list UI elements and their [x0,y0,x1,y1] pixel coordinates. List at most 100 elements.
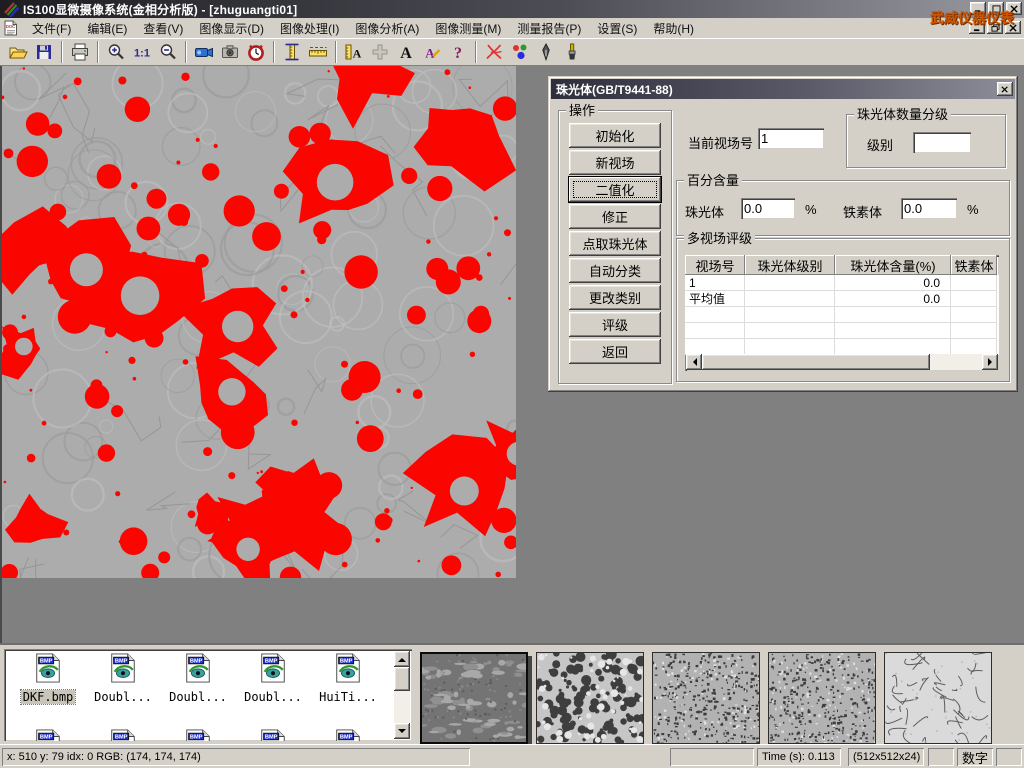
menu-item-2[interactable]: 查看(V) [135,18,191,39]
menu-item-7[interactable]: 测量报告(P) [509,18,589,39]
table-column-0[interactable]: 视场号 [685,255,745,275]
menu-item-9[interactable]: 帮助(H) [645,18,702,39]
toolbar-pen-button[interactable] [533,40,559,64]
toolbar-zoom-in-button[interactable] [103,40,129,64]
op-button-4[interactable]: 点取珠光体 [569,231,661,256]
file-item-partial[interactable]: BMP [312,729,384,741]
op-button-1[interactable]: 新视场 [569,150,661,175]
toolbar-text-button[interactable]: A [393,40,419,64]
toolbar-text-edit-button[interactable]: A [419,40,445,64]
scrollbar-thumb[interactable] [394,667,410,691]
file-item-2[interactable]: BMPDoubl... [162,653,234,706]
file-item-partial[interactable]: BMP [12,729,84,741]
file-name: HuiTi... [317,690,379,704]
file-name: Doubl... [167,690,229,704]
toolbar-separator [97,41,99,63]
file-item-0[interactable]: BMPDKF.bmp [12,653,84,706]
thumbnail-1[interactable] [536,652,644,744]
file-item-3[interactable]: BMPDoubl... [237,653,309,706]
scroll-right-button[interactable] [982,354,998,370]
op-button-6[interactable]: 更改类别 [569,285,661,310]
toolbar-print-button[interactable] [67,40,93,64]
scroll-left-button[interactable] [686,354,702,370]
table-column-3[interactable]: 铁素体 [951,255,997,275]
dialog-title-bar[interactable]: 珠光体(GB/T9441-88) [551,79,1015,99]
thumbnail-image [885,653,991,743]
actual-size-icon: 1:1 [132,42,152,62]
op-button-5[interactable]: 自动分类 [569,258,661,283]
toolbar-zoom-out-button[interactable] [155,40,181,64]
menu-bar: DOC 文件(F)编辑(E)查看(V)图像显示(D)图像处理(I)图像分析(A)… [0,18,1024,38]
menu-item-4[interactable]: 图像处理(I) [272,18,347,39]
svg-text:BMP: BMP [115,735,128,741]
menu-item-6[interactable]: 图像测量(M) [427,18,509,39]
pearlite-dialog: 珠光体(GB/T9441-88) 操作 初始化新视场二值化修正点取珠光体自动分类… [548,76,1018,392]
file-browser-scrollbar[interactable] [394,651,410,739]
toolbar-brush-button[interactable] [559,40,585,64]
toolbar-classify-points-button[interactable] [507,40,533,64]
table-row-3[interactable] [685,323,999,339]
op-button-0[interactable]: 初始化 [569,123,661,148]
file-name: Doubl... [92,690,154,704]
bottom-panel: BMPDKF.bmpBMPDoubl...BMPDoubl...BMPDoubl… [0,643,1024,744]
table-row-0[interactable]: 10.0 [685,275,999,291]
photo-camera-icon [220,42,240,62]
toolbar-move-cross-button[interactable] [367,40,393,64]
toolbar-open-folder-button[interactable] [5,40,31,64]
menu-item-8[interactable]: 设置(S) [589,18,645,39]
bmp-file-icon: BMP [108,729,138,741]
toolbar-video-camera-button[interactable] [191,40,217,64]
scroll-down-button[interactable] [394,723,410,739]
menu-item-1[interactable]: 编辑(E) [79,18,135,39]
toolbar-timer-button[interactable] [243,40,269,64]
ferrite-value-input[interactable] [901,198,957,219]
thumbnail-0[interactable] [420,652,528,744]
table-row-1[interactable]: 平均值0.0 [685,291,999,307]
toolbar-caliper-button[interactable] [279,40,305,64]
toolbar-separator [475,41,477,63]
file-item-partial[interactable]: BMP [237,729,309,741]
scrollbar-thumb[interactable] [702,354,930,370]
dialog-close-button[interactable] [997,82,1013,96]
menu-item-0[interactable]: 文件(F) [24,18,79,39]
percent-group: 百分含量 珠光体 % 铁素体 % [676,180,1010,236]
toolbar-photo-camera-button[interactable] [217,40,243,64]
current-field-input[interactable] [758,128,824,149]
pearlite-value-input[interactable] [741,198,795,219]
table-column-2[interactable]: 珠光体含量(%) [835,255,951,275]
toolbar-save-button[interactable] [31,40,57,64]
op-button-2[interactable]: 二值化 [569,177,661,202]
menu-item-3[interactable]: 图像显示(D) [191,18,272,39]
classify-points-icon [510,42,530,62]
toolbar-actual-size-button[interactable]: 1:1 [129,40,155,64]
rating-table: 视场号珠光体级别珠光体含量(%)铁素体10.0平均值0.0 [685,255,999,371]
metallograph-image[interactable] [2,66,516,578]
table-column-1[interactable]: 珠光体级别 [745,255,835,275]
toolbar-separator [273,41,275,63]
help-icon: ? [448,42,468,62]
file-item-partial[interactable]: BMP [87,729,159,741]
toolbar-ruler-button[interactable] [305,40,331,64]
pearlite-label: 珠光体 [685,202,724,221]
file-item-4[interactable]: BMPHuiTi... [312,653,384,706]
table-hscrollbar[interactable] [686,354,998,370]
thumbnail-2[interactable] [652,652,760,744]
vendor-watermark: 武威仪器仪表 [930,8,1014,28]
save-icon [34,42,54,62]
toolbar-help-button[interactable]: ? [445,40,471,64]
thumbnail-4[interactable] [884,652,992,744]
op-button-3[interactable]: 修正 [569,204,661,229]
toolbar-measure-text-button[interactable]: A [341,40,367,64]
toolbar-scissors-button[interactable] [481,40,507,64]
file-item-partial[interactable]: BMP [162,729,234,741]
scroll-up-button[interactable] [394,651,410,667]
thumbnail-3[interactable] [768,652,876,744]
table-row-4[interactable] [685,339,999,355]
thumbnail-image [537,653,643,743]
level-input[interactable] [913,132,971,153]
menu-item-5[interactable]: 图像分析(A) [347,18,427,39]
op-button-7[interactable]: 评级 [569,312,661,337]
table-row-2[interactable] [685,307,999,323]
op-button-8[interactable]: 返回 [569,339,661,364]
file-item-1[interactable]: BMPDoubl... [87,653,159,706]
